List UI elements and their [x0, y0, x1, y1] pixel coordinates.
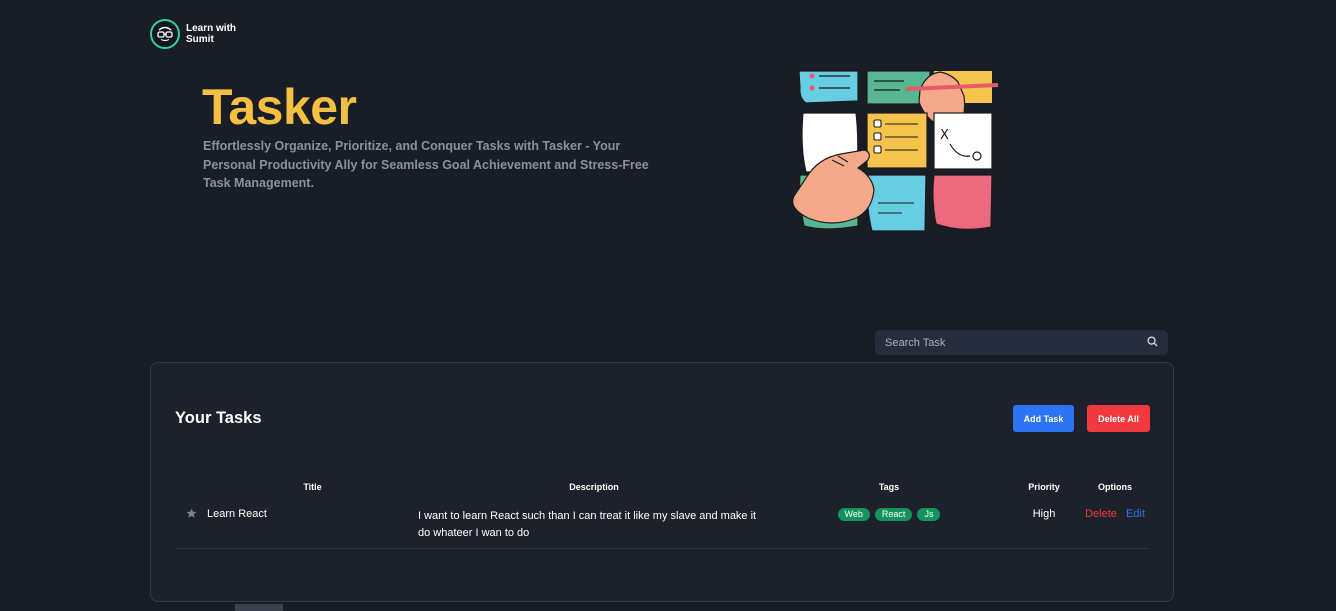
table-header-row: Title Description Tags Priority Options — [175, 475, 1150, 499]
delete-task-button[interactable]: Delete — [1085, 508, 1117, 520]
hero-title: Tasker — [202, 79, 357, 135]
task-tags: Web React Js — [770, 499, 1008, 549]
search-box — [875, 330, 1168, 355]
tasker-page: Learn with Sumit Tasker Effortlessly Org… — [0, 0, 1336, 611]
column-header-priority: Priority — [1028, 482, 1060, 492]
delete-all-button[interactable]: Delete All — [1087, 405, 1150, 432]
svg-text:X: X — [940, 128, 949, 143]
search-input[interactable] — [885, 336, 1147, 349]
task-title: Learn React — [207, 499, 418, 549]
brand-logo[interactable]: Learn with Sumit — [150, 19, 256, 49]
task-description: I want to learn React such than I can tr… — [418, 499, 770, 549]
column-header-tags: Tags — [878, 482, 900, 492]
tasks-panel-title: Your Tasks — [175, 409, 262, 427]
sumit-glasses-logo-icon — [150, 19, 180, 49]
star-icon[interactable] — [186, 508, 197, 522]
task-options: Delete Edit — [1080, 499, 1150, 549]
table-row: Learn React I want to learn React such t… — [175, 499, 1150, 549]
column-header-options: Options — [1098, 482, 1132, 492]
column-header-favorite — [175, 475, 207, 499]
tag-badge: React — [874, 508, 913, 521]
tag-badge: Js — [917, 508, 941, 521]
edit-task-button[interactable]: Edit — [1126, 508, 1145, 520]
hero-description: Effortlessly Organize, Prioritize, and C… — [203, 139, 649, 190]
add-task-button[interactable]: Add Task — [1013, 405, 1074, 432]
logo-text: Learn with Sumit — [186, 23, 237, 45]
task-priority: High — [1008, 499, 1080, 549]
horizontal-scrollbar-thumb[interactable] — [235, 604, 283, 611]
column-header-title: Title — [303, 482, 322, 492]
search-icon — [1147, 335, 1158, 350]
tag-badge: Web — [837, 508, 870, 521]
tasks-table: Title Description Tags Priority Options — [175, 475, 1150, 549]
search-button[interactable] — [1147, 335, 1158, 350]
sticky-notes-hands-illustration: X — [786, 68, 1002, 239]
favorite-cell — [175, 499, 207, 549]
column-header-description: Description — [569, 481, 619, 492]
tasks-panel: Your Tasks Add Task Delete All Title Des… — [150, 362, 1174, 602]
